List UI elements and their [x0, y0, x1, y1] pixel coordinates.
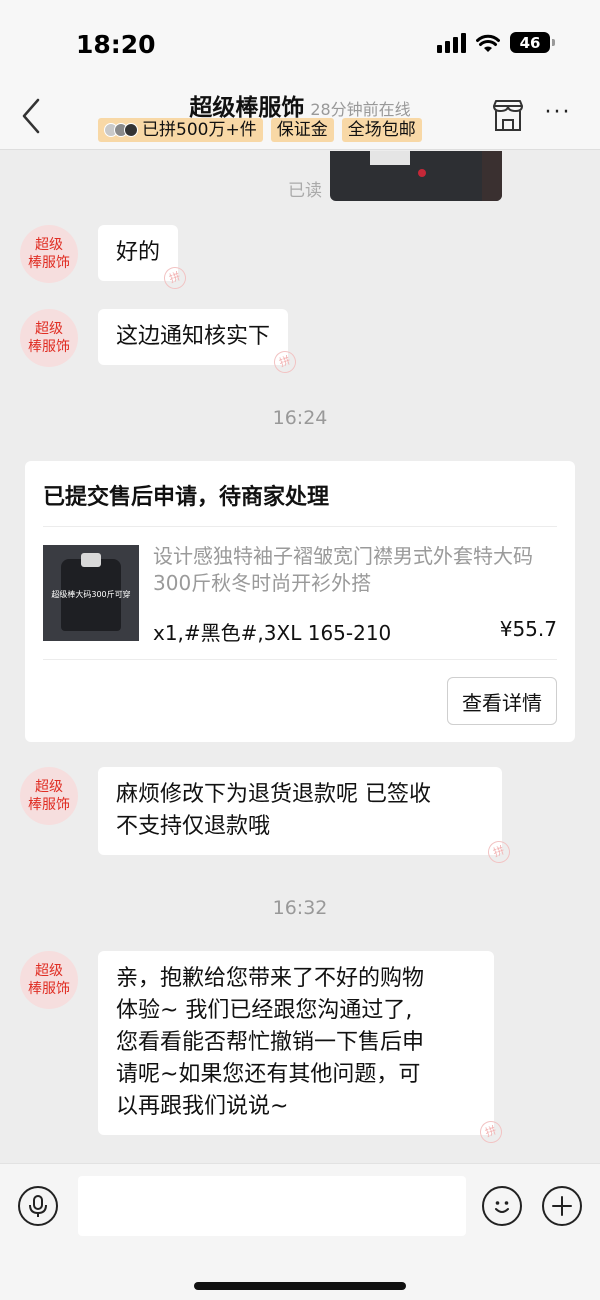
- watermark-icon: 拼: [476, 1117, 506, 1147]
- product-spec: x1,#黑色#,3XL 165-210: [153, 621, 392, 645]
- smiley-icon: [495, 1201, 509, 1213]
- divider: [43, 659, 557, 660]
- signal-icon: [437, 32, 466, 53]
- message-bubble: 这边通知核实下 拼: [98, 309, 300, 377]
- view-details-button[interactable]: 查看详情: [447, 677, 557, 725]
- message-input[interactable]: [78, 1176, 466, 1236]
- message-text: 好的: [116, 240, 161, 265]
- status-icons: 46: [437, 32, 555, 53]
- watermark-icon: 拼: [270, 347, 300, 377]
- message-text: 这边通知核实下: [116, 324, 271, 349]
- shop-avatar[interactable]: 超级 棒服饰: [20, 951, 78, 1009]
- product-thumbnail[interactable]: 超级棒大码300斤可穿: [43, 545, 139, 641]
- read-receipt: 已读: [288, 181, 322, 201]
- after-sales-order-card[interactable]: 已提交售后申请，待商家处理 超级棒大码300斤可穿 设计感独特袖子褶皱宽门襟男式…: [25, 461, 575, 742]
- message-bubble: 好的 拼: [98, 225, 190, 293]
- product-name[interactable]: 设计感独特袖子褶皱宽门襟男式外套特大码300斤秋冬时尚开衫外搭: [153, 543, 553, 597]
- chat-area[interactable]: 已读 超级 棒服饰 好的 拼 超级 棒服饰 这边通知核实下 拼 16:24 已提交售…: [0, 151, 600, 1163]
- sent-image-message[interactable]: [330, 151, 502, 201]
- sales-badge-label: 已拼500万+件: [142, 120, 257, 140]
- voice-input-button[interactable]: [18, 1186, 58, 1226]
- thumbnail-caption: 超级棒大码300斤可穿: [51, 590, 131, 599]
- shop-avatar[interactable]: 超级 棒服饰: [20, 767, 78, 825]
- shop-avatar[interactable]: 超级 棒服饰: [20, 225, 78, 283]
- timestamp: 16:24: [272, 407, 328, 429]
- microphone-icon: [29, 1195, 47, 1217]
- timestamp: 16:32: [272, 897, 328, 919]
- badge-row: 已拼500万+件 保证金 全场包邮: [98, 118, 422, 142]
- chat-header: 超级棒服饰 28分钟前在线 已拼500万+件 保证金 全场包邮 ···: [0, 88, 600, 150]
- input-bar: [0, 1163, 600, 1300]
- free-shipping-badge: 全场包邮: [341, 118, 422, 142]
- plus-icon: [552, 1196, 572, 1216]
- store-icon[interactable]: [490, 98, 526, 134]
- more-actions-button[interactable]: [542, 1186, 582, 1226]
- divider: [43, 526, 557, 527]
- watermark-icon: 拼: [484, 837, 514, 867]
- product-price: ¥55.7: [499, 617, 557, 641]
- online-status: 28分钟前在线: [310, 100, 411, 119]
- message-bubble: 麻烦修改下为退货退款呢 已签收 不支持仅退款哦 拼: [98, 767, 514, 867]
- wifi-icon: [476, 34, 500, 52]
- battery-icon: 46: [510, 32, 555, 53]
- watermark-icon: 拼: [160, 263, 190, 293]
- message-bubble: 亲，抱歉给您带来了不好的购物 体验~ 我们已经跟您沟通过了, 您看看能否帮忙撤销一下…: [98, 951, 506, 1147]
- emoji-button[interactable]: [482, 1186, 522, 1226]
- status-bar: 18:20 46: [0, 0, 600, 88]
- shop-avatar[interactable]: 超级 棒服饰: [20, 309, 78, 367]
- message-text: 麻烦修改下为退货退款呢 已签收 不支持仅退款哦: [116, 782, 431, 839]
- order-status-title: 已提交售后申请，待商家处理: [43, 485, 330, 510]
- status-time: 18:20: [76, 30, 156, 59]
- more-options-icon[interactable]: ···: [540, 98, 576, 134]
- message-text: 亲，抱歉给您带来了不好的购物 体验~ 我们已经跟您沟通过了, 您看看能否帮忙撤销一下…: [116, 966, 425, 1119]
- sales-badge: 已拼500万+件: [98, 118, 263, 142]
- deposit-badge: 保证金: [270, 118, 334, 142]
- home-indicator[interactable]: [194, 1282, 406, 1290]
- buyer-avatars: [104, 123, 138, 137]
